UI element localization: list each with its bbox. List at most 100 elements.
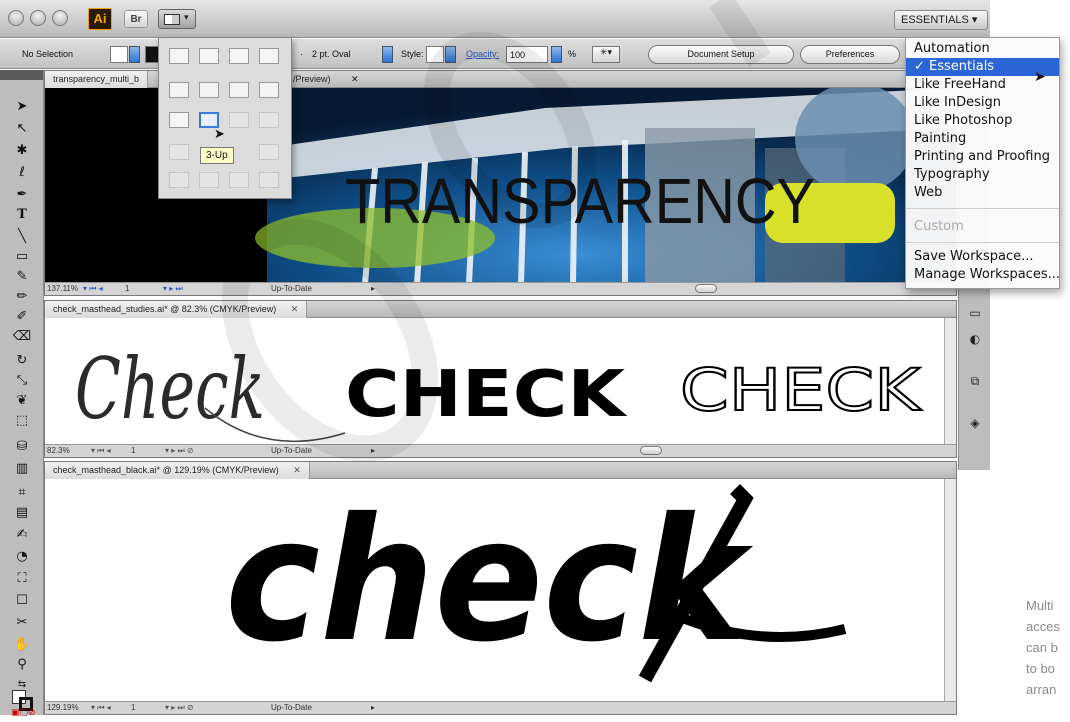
zoom-tool-icon[interactable]: ⚲	[11, 656, 33, 674]
warp-tool-icon[interactable]: ❦	[11, 392, 33, 410]
gradient-panel-icon[interactable]: ▭	[967, 306, 983, 320]
document-tab[interactable]: check_masthead_studies.ai* @ 82.3% (CMYK…	[45, 301, 308, 318]
graphic-style-swatch[interactable]	[426, 46, 444, 63]
3-up-vertical-layout-icon[interactable]	[169, 112, 189, 128]
manage-workspaces-item[interactable]: Manage Workspaces...	[906, 266, 1060, 284]
live-paint-tool-icon[interactable]: ⛶	[11, 570, 33, 588]
zoom-window-icon[interactable]	[52, 10, 68, 26]
blob-brush-tool-icon[interactable]: ✐	[11, 308, 33, 326]
zoom-dropdown-icon[interactable]: ▾ ⏮ ◂	[83, 284, 103, 294]
artboard-canvas[interactable]: check	[45, 479, 956, 703]
2-up-stacked-layout-icon[interactable]	[229, 82, 249, 98]
opacity-dropdown[interactable]	[551, 46, 562, 63]
percent-sign: %	[568, 49, 577, 59]
opacity-field[interactable]: 100	[506, 46, 548, 63]
artboard-nav-icon[interactable]: ▾ ▸ ⏭ ⊘	[165, 703, 194, 713]
4-up-layout-icon	[169, 144, 189, 160]
graph-tool-icon[interactable]: ▥	[11, 460, 33, 478]
pen-tool-icon[interactable]: ✒	[11, 186, 33, 204]
none-color-icon[interactable]: ▣▢⊘	[11, 704, 36, 722]
vertical-scrollbar[interactable]	[944, 479, 956, 703]
stroke-swatch[interactable]	[145, 46, 159, 63]
graphic-style-dropdown[interactable]	[445, 46, 456, 63]
zoom-dropdown-icon[interactable]: ▾ ⏮ ◂	[91, 446, 111, 456]
horizontal-scroll-thumb[interactable]	[695, 284, 717, 293]
workspace-switcher-button[interactable]: ESSENTIALS ▾	[894, 10, 988, 30]
2-up-vertical-layout-icon[interactable]	[169, 82, 189, 98]
document-setup-button[interactable]: Document Setup	[648, 45, 794, 64]
workspace-item-web[interactable]: Web	[906, 184, 1059, 202]
zoom-level[interactable]: 82.3%	[47, 446, 70, 455]
tile-columns-layout-icon[interactable]	[229, 48, 249, 64]
workspace-item-like-indesign[interactable]: Like InDesign	[906, 94, 1059, 112]
artboard-tool-icon[interactable]: ☐	[11, 592, 33, 610]
status-menu-icon[interactable]: ▸	[371, 703, 375, 712]
blend-tool-icon[interactable]: ◔	[11, 548, 33, 566]
document-tab-title: check_masthead_black.ai* @ 129.19% (CMYK…	[53, 465, 279, 475]
status-menu-icon[interactable]: ▸	[371, 284, 375, 293]
eraser-tool-icon[interactable]: ⌫	[11, 328, 33, 346]
pencil-tool-icon[interactable]: ✏	[11, 288, 33, 306]
selection-tool-icon[interactable]: ➤	[11, 98, 33, 116]
preferences-button[interactable]: Preferences	[800, 45, 900, 64]
artboard-nav-icon[interactable]: ▾ ▸ ⏭	[163, 284, 183, 294]
close-tab-icon[interactable]: ✕	[351, 74, 359, 85]
type-tool-icon[interactable]: T	[11, 206, 33, 224]
lasso-tool-icon[interactable]: ℓ	[11, 164, 33, 182]
document-tab[interactable]: transparency_multi_b	[45, 71, 149, 88]
brush-dropdown[interactable]	[382, 46, 393, 63]
gradient-tool-icon[interactable]: ▤	[11, 504, 33, 522]
free-transform-tool-icon[interactable]: ⬚	[11, 412, 33, 430]
artboard-number[interactable]: 1	[131, 446, 135, 455]
fill-swatch[interactable]	[110, 46, 128, 63]
recolor-artwork-button[interactable]: ✳▾	[592, 46, 620, 63]
bridge-button[interactable]: Br	[124, 10, 148, 28]
close-tab-icon[interactable]: ✕	[291, 304, 299, 314]
close-tab-icon[interactable]: ✕	[293, 465, 301, 475]
close-window-icon[interactable]	[8, 10, 24, 26]
tools-panel-grip[interactable]	[0, 70, 43, 80]
status-menu-icon[interactable]: ▸	[371, 446, 375, 455]
mouse-cursor-icon: ➤	[214, 126, 225, 141]
line-tool-icon[interactable]: ╲	[11, 228, 33, 246]
rotate-tool-icon[interactable]: ↻	[11, 352, 33, 370]
zoom-level[interactable]: 137.11%	[47, 284, 78, 293]
layers-panel-icon[interactable]: ◈	[967, 416, 983, 430]
artboard-number[interactable]: 1	[125, 284, 129, 293]
transparency-panel-icon[interactable]: ◐	[967, 332, 983, 346]
fill-dropdown[interactable]	[129, 46, 140, 63]
magic-wand-tool-icon[interactable]: ✱	[11, 142, 33, 160]
opacity-link[interactable]: Opacity:	[466, 49, 499, 59]
minimize-window-icon[interactable]	[30, 10, 46, 26]
save-workspace-item[interactable]: Save Workspace...	[906, 248, 1059, 266]
tile-rows-layout-icon[interactable]	[259, 48, 279, 64]
workspace-item-typography[interactable]: Typography	[906, 166, 1059, 184]
mesh-tool-icon[interactable]: ⌗	[11, 484, 33, 502]
appearance-panel-icon[interactable]: ⧉	[967, 374, 983, 388]
2-up-split-layout-icon[interactable]	[259, 82, 279, 98]
hand-tool-icon[interactable]: ✋	[11, 636, 33, 654]
paintbrush-tool-icon[interactable]: ✎	[11, 268, 33, 286]
workspace-item-painting[interactable]: Painting	[906, 130, 1059, 148]
workspace-item-printing-and-proofing[interactable]: Printing and Proofing	[906, 148, 1059, 166]
vertical-scrollbar[interactable]	[944, 318, 956, 446]
artboard-nav-icon[interactable]: ▾ ▸ ⏭ ⊘	[165, 446, 194, 456]
symbol-sprayer-tool-icon[interactable]: ⛁	[11, 438, 33, 456]
eyedropper-tool-icon[interactable]: ✍	[11, 526, 33, 544]
artboard-canvas[interactable]: Check CHECK CHECK	[45, 318, 956, 446]
zoom-dropdown-icon[interactable]: ▾ ⏮ ◂	[91, 703, 111, 713]
zoom-level[interactable]: 129.19%	[47, 703, 79, 712]
workspace-item-like-photoshop[interactable]: Like Photoshop	[906, 112, 1059, 130]
arrange-documents-button[interactable]: ▾	[158, 9, 196, 29]
direct-selection-tool-icon[interactable]: ↖	[11, 120, 33, 138]
scale-tool-icon[interactable]: ⤡	[11, 372, 33, 390]
artboard-number[interactable]: 1	[131, 703, 135, 712]
document-tab[interactable]: check_masthead_black.ai* @ 129.19% (CMYK…	[45, 462, 310, 479]
scissors-tool-icon[interactable]: ✂	[11, 614, 33, 632]
tile-grid-layout-icon[interactable]	[199, 48, 219, 64]
horizontal-scroll-thumb[interactable]	[640, 446, 662, 455]
rectangle-tool-icon[interactable]: ▭	[11, 248, 33, 266]
consolidate-all-layout-icon[interactable]	[169, 48, 189, 64]
2-up-horizontal-layout-icon[interactable]	[199, 82, 219, 98]
workspace-item-automation[interactable]: Automation	[906, 40, 1059, 58]
